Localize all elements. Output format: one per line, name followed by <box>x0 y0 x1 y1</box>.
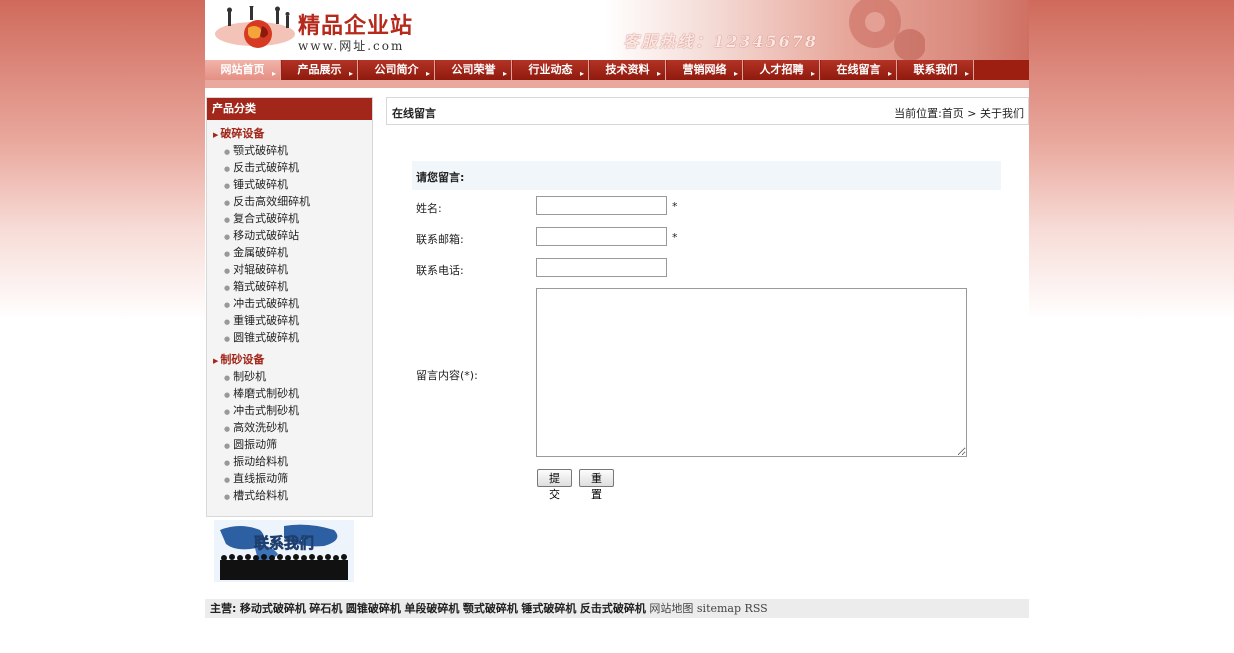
product-category-sidebar: 产品分类 ▶ 破碎设备 ● 颚式破碎机 ● 反击式破碎机 ● 锤式破碎机 ● 反击高效细碎… <box>206 97 373 517</box>
rss-link[interactable]: RSS <box>745 602 768 615</box>
footer-link[interactable]: 锤式破碎机 <box>521 602 576 615</box>
nav-item-honors[interactable]: 公司荣誉 ▸ <box>436 60 512 80</box>
triangle-right-icon: ▶ <box>213 131 219 139</box>
list-item[interactable]: ● 冲击式制砂机 <box>207 402 372 419</box>
bullet-icon: ● <box>224 425 231 433</box>
nav-item-products[interactable]: 产品展示 ▸ <box>282 60 358 80</box>
triangle-right-icon: ▶ <box>213 357 219 365</box>
site-name: 精品企业站 <box>298 13 414 39</box>
nav-underline <box>205 80 1029 88</box>
bullet-icon: ● <box>224 391 231 399</box>
footer-link[interactable]: 移动式破碎机 <box>240 602 306 615</box>
bullet-icon: ● <box>224 148 231 156</box>
bullet-icon: ● <box>224 459 231 467</box>
nav-item-home[interactable]: 网站首页 ▸ <box>205 60 281 80</box>
phone-label: 联系电话: <box>416 264 464 277</box>
list-item[interactable]: ● 金属破碎机 <box>207 244 372 261</box>
page-wrapper: 精品企业站 www.网址.com 客服热线：12345678 网站首页 ▸ 产品展… <box>205 0 1029 653</box>
bullet-icon: ● <box>224 318 231 326</box>
content-header: 在线留言 当前位置:首页 > 关于我们 <box>386 97 1029 125</box>
site-header: 精品企业站 www.网址.com 客服热线：12345678 <box>205 0 1029 60</box>
hotline-text: 客服热线：12345678 <box>623 32 819 51</box>
list-item[interactable]: ● 重锤式破碎机 <box>207 312 372 329</box>
list-item[interactable]: ● 反击式破碎机 <box>207 159 372 176</box>
nav-item-news[interactable]: 行业动态 ▸ <box>513 60 589 80</box>
list-item[interactable]: ● 移动式破碎站 <box>207 227 372 244</box>
list-item[interactable]: ● 高效洗砂机 <box>207 419 372 436</box>
category-sand-making[interactable]: ▶ 制砂设备 <box>207 352 372 368</box>
bullet-icon: ● <box>224 301 231 309</box>
required-mark: * <box>672 231 678 244</box>
name-input[interactable] <box>536 196 667 215</box>
nav-item-message[interactable]: 在线留言 ▸ <box>821 60 897 80</box>
nav-item-tech[interactable]: 技术资料 ▸ <box>590 60 666 80</box>
breadcrumb[interactable]: 当前位置:首页 > 关于我们 <box>894 105 1024 121</box>
bullet-icon: ● <box>224 284 231 292</box>
nav-item-contact[interactable]: 联系我们 ▸ <box>898 60 974 80</box>
list-item[interactable]: ● 对辊破碎机 <box>207 261 372 278</box>
site-url: www.网址.com <box>298 39 405 53</box>
bullet-icon: ● <box>224 182 231 190</box>
category-crushing[interactable]: ▶ 破碎设备 <box>207 126 372 142</box>
list-item[interactable]: ● 圆锥式破碎机 <box>207 329 372 346</box>
list-item[interactable]: ● 振动给料机 <box>207 453 372 470</box>
list-item[interactable]: ● 棒磨式制砂机 <box>207 385 372 402</box>
reset-button[interactable]: 重置 <box>579 469 614 501</box>
message-textarea[interactable] <box>536 288 967 457</box>
contact-us-text: 联系我们 <box>254 534 314 552</box>
name-label: 姓名: <box>416 202 442 215</box>
list-item[interactable]: ● 反击高效细碎机 <box>207 193 372 210</box>
bullet-icon: ● <box>224 233 231 241</box>
list-item[interactable]: ● 槽式给料机 <box>207 487 372 504</box>
form-title-bar: 请您留言: <box>412 161 1001 190</box>
bullet-icon: ● <box>224 408 231 416</box>
page-title: 在线留言 <box>392 107 436 120</box>
bullet-icon: ● <box>224 216 231 224</box>
bullet-icon: ● <box>224 199 231 207</box>
footer-link[interactable]: 圆锥破碎机 <box>346 602 401 615</box>
bullet-icon: ● <box>224 165 231 173</box>
bullet-icon: ● <box>224 493 231 501</box>
list-item[interactable]: ● 箱式破碎机 <box>207 278 372 295</box>
footer-link[interactable]: 碎石机 <box>309 602 342 615</box>
bullet-icon: ● <box>224 250 231 258</box>
list-item[interactable]: ● 冲击式破碎机 <box>207 295 372 312</box>
submit-button[interactable]: 提交 <box>537 469 572 501</box>
sitemap-en-link[interactable]: sitemap <box>697 602 741 615</box>
bullet-icon: ● <box>224 442 231 450</box>
main-nav: 网站首页 ▸ 产品展示 ▸ 公司简介 ▸ 公司荣誉 ▸ 行业动态 ▸ 技术资料 ▸ 营销网络… <box>205 60 1029 80</box>
list-item[interactable]: ● 圆振动筛 <box>207 436 372 453</box>
sidebar-title: 产品分类 <box>207 98 372 120</box>
bullet-icon: ● <box>224 374 231 382</box>
gears-decoration-icon <box>849 0 925 60</box>
required-mark: * <box>672 200 678 213</box>
bullet-icon: ● <box>224 476 231 484</box>
list-item[interactable]: ● 复合式破碎机 <box>207 210 372 227</box>
footer-bar: 主营: 移动式破碎机 碎石机 圆锥破碎机 单段破碎机 颚式破碎机 锤式破碎机 反… <box>205 599 1029 618</box>
footer-link[interactable]: 单段破碎机 <box>404 602 459 615</box>
footer-link[interactable]: 颚式破碎机 <box>463 602 518 615</box>
list-item[interactable]: ● 制砂机 <box>207 368 372 385</box>
bullet-icon: ● <box>224 335 231 343</box>
list-item[interactable]: ● 直线振动筛 <box>207 470 372 487</box>
list-item[interactable]: ● 锤式破碎机 <box>207 176 372 193</box>
list-item[interactable]: ● 颚式破碎机 <box>207 142 372 159</box>
form-title: 请您留言: <box>416 171 465 184</box>
contact-us-banner[interactable]: 联系我们 <box>214 520 354 582</box>
phone-input[interactable] <box>536 258 667 277</box>
sitemap-link[interactable]: 网站地图 <box>649 602 693 615</box>
footer-prefix: 主营: <box>210 602 237 615</box>
nav-item-about[interactable]: 公司简介 ▸ <box>359 60 435 80</box>
message-label: 留言内容(*): <box>416 369 478 382</box>
globe-people-logo-icon <box>215 6 295 48</box>
bullet-icon: ● <box>224 267 231 275</box>
nav-item-jobs[interactable]: 人才招聘 ▸ <box>744 60 820 80</box>
footer-link[interactable]: 反击式破碎机 <box>580 602 646 615</box>
email-label: 联系邮箱: <box>416 233 464 246</box>
nav-item-network[interactable]: 营销网络 ▸ <box>667 60 743 80</box>
email-input[interactable] <box>536 227 667 246</box>
